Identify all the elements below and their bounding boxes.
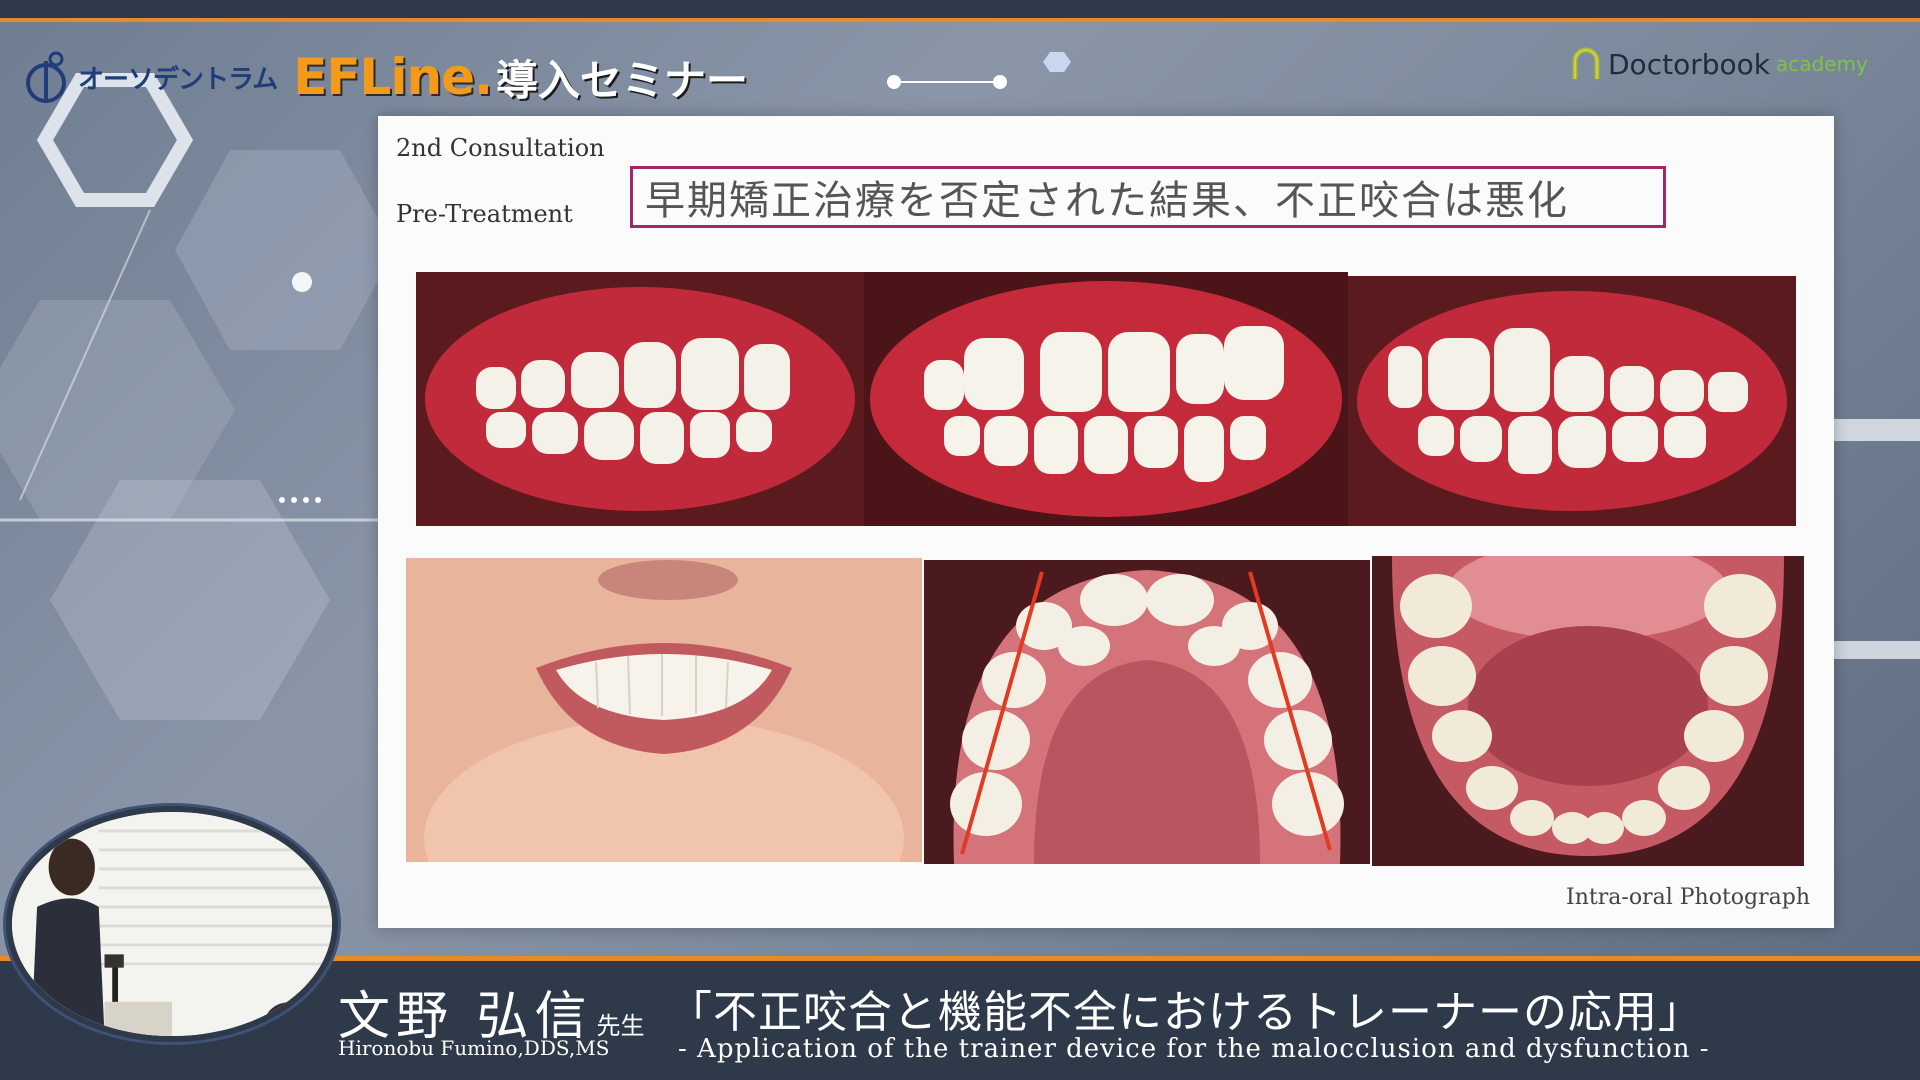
smile-face-photo — [406, 558, 922, 862]
doctorbook-logo-sub: academy — [1775, 52, 1868, 76]
presenter-name-english: Hironobu Fumino,DDS,MS — [338, 1036, 610, 1060]
presentation-slide: 2nd Consultation Pre-Treatment 早期矯正治療を否定… — [378, 116, 1834, 928]
slide-title-box: 早期矯正治療を否定された結果、不正咬合は悪化 — [630, 166, 1666, 228]
teeth-icon — [1348, 276, 1796, 526]
top-accent-bar — [0, 0, 1920, 22]
teeth-icon — [864, 272, 1348, 526]
orthodontrum-logo-text: オーソデントラム — [78, 64, 278, 95]
slide-title: 早期矯正治療を否定された結果、不正咬合は悪化 — [645, 178, 1569, 224]
talk-subtitle: - Application of the trainer device for … — [678, 1034, 1710, 1064]
speaker-video-inset — [6, 806, 338, 1042]
talk-title: 「不正咬合と機能不全におけるトレーナーの応用」 — [668, 987, 1703, 1038]
left-lateral-photo — [1348, 276, 1796, 526]
phase-label: Pre-Treatment — [396, 200, 573, 228]
smile-icon — [406, 558, 922, 862]
lower-occlusal-photo — [1372, 556, 1804, 866]
event-title: 導入セミナー — [496, 55, 749, 105]
orthodontrum-logo-icon — [26, 51, 66, 103]
upper-occlusal-photo — [924, 560, 1370, 864]
right-lateral-photo — [416, 272, 864, 526]
speaker-icon — [12, 812, 332, 1036]
header-logos: オーソデントラム EFLine. 導入セミナー — [22, 42, 748, 112]
photo-caption: Intra-oral Photograph — [1566, 885, 1810, 910]
doctorbook-logo-icon — [1572, 47, 1600, 79]
doctorbook-logo-text: Doctorbook — [1608, 47, 1770, 81]
teeth-icon — [1372, 556, 1804, 866]
consultation-label: 2nd Consultation — [396, 134, 605, 162]
doctorbook-logo: Doctorbook academy — [1572, 44, 1868, 84]
frontal-photo — [864, 272, 1348, 526]
teeth-icon — [924, 560, 1370, 864]
teeth-icon — [416, 272, 864, 526]
efline-brand: EFLine. — [293, 48, 493, 106]
